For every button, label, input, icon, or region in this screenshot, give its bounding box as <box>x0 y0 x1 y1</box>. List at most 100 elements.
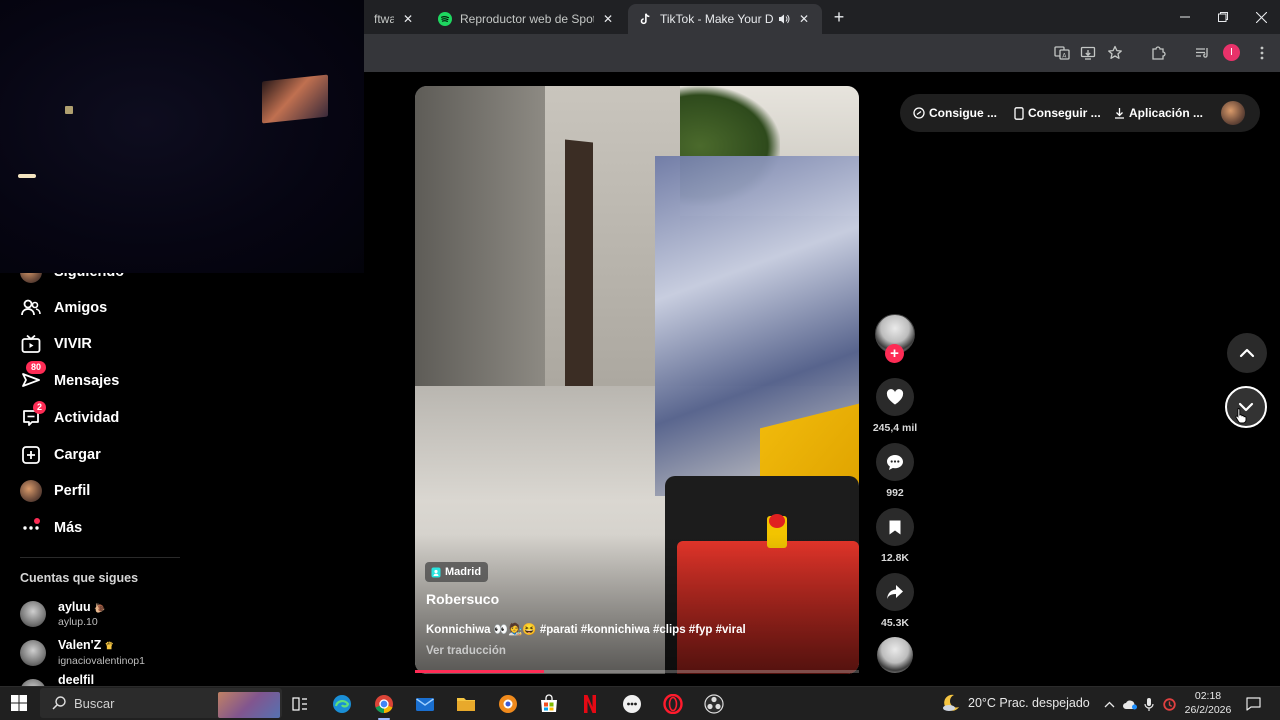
follow-button[interactable]: + <box>885 344 904 363</box>
sidebar-item-label: Más <box>54 520 83 536</box>
save-count: 12.8K <box>880 552 910 564</box>
opera-icon[interactable] <box>659 690 687 718</box>
comment-icon <box>887 454 903 470</box>
account-display-name: Valen'Z ♛ <box>58 638 114 652</box>
install-app-icon[interactable] <box>1078 43 1098 63</box>
friends-icon <box>20 297 42 319</box>
notifications-icon[interactable] <box>1244 695 1262 713</box>
close-icon[interactable]: ✕ <box>600 11 616 27</box>
search-icon <box>52 696 66 710</box>
security-icon[interactable] <box>1161 695 1177 713</box>
user-avatar[interactable] <box>1221 101 1245 125</box>
sidebar-item-messages[interactable]: 80 Mensajes <box>20 361 120 395</box>
sidebar-item-label: VIVIR <box>54 336 92 352</box>
share-button[interactable] <box>876 573 914 611</box>
extensions-icon[interactable] <box>1148 43 1168 63</box>
windows-start-icon[interactable] <box>11 695 27 711</box>
avatar <box>20 640 46 666</box>
chevron-up-icon[interactable] <box>1101 695 1117 713</box>
sidebar-item-upload[interactable]: Cargar <box>20 441 101 469</box>
edge-icon[interactable] <box>328 690 356 718</box>
tab-tiktok[interactable]: TikTok - Make Your Day ✕ <box>628 4 822 34</box>
new-tab-button[interactable]: + <box>829 7 849 27</box>
followed-account[interactable]: Valen'Z ♛ ignaciovalentinop1 <box>20 636 145 670</box>
file-explorer-icon[interactable] <box>452 690 480 718</box>
sidebar-item-label: Perfil <box>54 483 91 499</box>
messenger-app-icon[interactable] <box>618 690 646 718</box>
translate-icon[interactable]: A <box>1052 43 1072 63</box>
browser-app-icon[interactable] <box>494 690 522 718</box>
video-scene-stop-button <box>769 514 785 528</box>
see-translation-link[interactable]: Ver traducción <box>426 645 506 657</box>
followed-account[interactable]: ayluu 🐌 aylup.10 <box>20 597 105 631</box>
more-icon <box>20 517 42 539</box>
speaker-icon[interactable] <box>778 13 790 25</box>
screen: ftware ✕ Reproductor web de Spotify: m ✕… <box>0 0 1280 720</box>
save-button[interactable] <box>876 508 914 546</box>
task-view-icon[interactable] <box>286 690 314 718</box>
like-button[interactable] <box>876 378 914 416</box>
weather-text[interactable]: 20°C Prac. despejado <box>968 696 1090 710</box>
onedrive-icon[interactable] <box>1121 695 1139 713</box>
bookmark-star-icon[interactable] <box>1105 43 1125 63</box>
sidebar-item-more[interactable]: Más <box>20 514 82 542</box>
sidebar-item-label: Mensajes <box>54 373 120 389</box>
share-count: 45.3K <box>880 617 910 629</box>
webcam-object <box>65 106 73 114</box>
account-display-name: deelfil <box>58 673 95 687</box>
system-clock[interactable]: 02:18 26/2/2026 <box>1176 689 1240 717</box>
pill-label: Conseguir ... <box>1028 106 1101 120</box>
phone-icon <box>1014 106 1024 120</box>
comment-button[interactable] <box>876 443 914 481</box>
close-icon[interactable]: ✕ <box>796 11 812 27</box>
account-handle: ignaciovalentinop1 <box>58 655 145 667</box>
media-control-icon[interactable] <box>1192 43 1212 63</box>
sidebar-item-profile[interactable]: Perfil <box>20 477 90 505</box>
video-author[interactable]: Robersuco <box>426 591 499 607</box>
pill-label: Consigue ... <box>929 106 998 120</box>
followed-account[interactable]: deelfil <box>20 673 94 687</box>
heart-icon <box>886 389 904 405</box>
activity-badge: 2 <box>33 401 47 414</box>
close-window-button[interactable] <box>1242 0 1280 34</box>
tab-software[interactable]: ftware ✕ <box>364 4 426 34</box>
app-download-link[interactable]: Aplicación ... <box>1114 104 1203 122</box>
clock-time: 02:18 <box>1194 690 1222 702</box>
netflix-icon[interactable] <box>576 690 604 718</box>
store-icon[interactable] <box>535 690 563 718</box>
get-device-app-link[interactable]: Conseguir ... <box>1014 104 1101 122</box>
sidebar-item-live[interactable]: VIVIR <box>20 330 92 358</box>
sidebar-item-friends[interactable]: Amigos <box>20 294 107 322</box>
pill-label: Aplicación ... <box>1129 106 1204 120</box>
share-icon <box>887 585 903 599</box>
close-icon[interactable]: ✕ <box>400 11 416 27</box>
tab-title: ftware <box>374 12 394 26</box>
music-disc-avatar[interactable] <box>877 637 913 673</box>
spotify-icon <box>438 12 452 26</box>
chrome-icon[interactable] <box>370 690 398 720</box>
webcam-light <box>18 174 36 178</box>
notification-dot <box>34 518 40 524</box>
maximize-button[interactable] <box>1204 0 1242 34</box>
obs-icon[interactable] <box>700 690 728 718</box>
upload-icon <box>20 444 42 466</box>
previous-video-button[interactable] <box>1227 333 1267 373</box>
sidebar-item-activity[interactable]: 2 Actividad <box>20 401 119 432</box>
avatar <box>20 601 46 627</box>
mail-icon[interactable] <box>411 690 439 718</box>
bookmark-icon <box>889 520 901 534</box>
video-player[interactable] <box>415 86 859 674</box>
get-coins-link[interactable]: Consigue ... <box>913 104 997 122</box>
minimize-icon <box>1180 16 1190 18</box>
live-tv-icon <box>20 333 42 355</box>
microphone-icon[interactable] <box>1141 695 1157 713</box>
minimize-button[interactable] <box>1166 0 1204 34</box>
search-highlight-image <box>218 692 280 718</box>
tab-spotify[interactable]: Reproductor web de Spotify: m ✕ <box>428 4 626 34</box>
video-progress-bar[interactable] <box>415 670 859 673</box>
location-tag[interactable]: Madrid <box>425 562 489 582</box>
taskbar-search-placeholder: Buscar <box>74 696 115 711</box>
profile-avatar[interactable]: I <box>1223 44 1240 61</box>
kebab-menu-icon[interactable] <box>1252 43 1272 63</box>
video-caption: Konnichiwa 👀🧑‍🎨😆 #parati #konnichiwa #cl… <box>426 624 746 636</box>
